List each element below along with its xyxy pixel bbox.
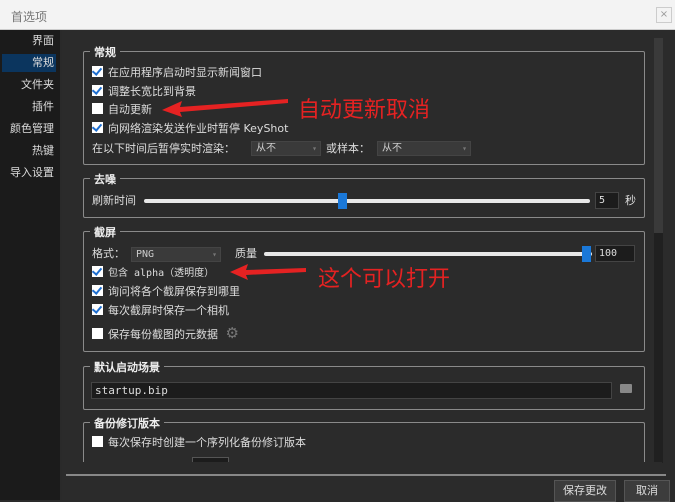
- scroll-clip: [62, 462, 662, 473]
- option-label: 在应用程序启动时显示新闻窗口: [108, 66, 262, 79]
- annotation-arrow: [162, 99, 288, 117]
- quality-input[interactable]: 100: [595, 245, 635, 262]
- samples-select[interactable]: 从不: [377, 141, 471, 156]
- group-title: 常规: [90, 44, 120, 60]
- footer-divider: [66, 474, 666, 476]
- slider-handle[interactable]: [338, 193, 347, 209]
- sidebar-item-interface[interactable]: 界面: [2, 32, 56, 50]
- refresh-slider[interactable]: [144, 193, 590, 209]
- window-title: 首选项: [11, 10, 48, 24]
- option-pause-keyshot[interactable]: 向网络渲染发送作业时暂停 KeyShot: [92, 121, 288, 137]
- option-save-metadata[interactable]: 保存每份截图的元数据 ⚙: [92, 325, 239, 341]
- checkbox[interactable]: [92, 328, 103, 339]
- group-denoise: 去噪 刷新时间 5 秒: [83, 171, 645, 218]
- quality-label: 质量: [235, 247, 257, 260]
- annotation-auto-update: 自动更新取消: [298, 98, 431, 123]
- checkbox[interactable]: [92, 122, 103, 133]
- option-show-news[interactable]: 在应用程序启动时显示新闻窗口: [92, 65, 262, 81]
- checkbox[interactable]: [92, 304, 103, 315]
- format-select[interactable]: PNG: [131, 247, 221, 262]
- sidebar-item-import-settings[interactable]: 导入设置: [2, 164, 56, 182]
- option-ask-location[interactable]: 询问将各个截屏保存到哪里: [92, 284, 240, 300]
- folder-icon[interactable]: [620, 384, 632, 393]
- option-label: 向网络渲染发送作业时暂停 KeyShot: [108, 122, 289, 135]
- title-bar: 首选项 ×: [0, 0, 675, 30]
- checkbox[interactable]: [92, 266, 103, 277]
- option-label: 询问将各个截屏保存到哪里: [108, 285, 240, 298]
- samples-label: 或样本：: [326, 142, 370, 155]
- slider-handle[interactable]: [582, 246, 591, 262]
- pause-time-select[interactable]: 从不: [251, 141, 321, 156]
- unit-label: 秒: [625, 194, 636, 207]
- option-label: 包含 alpha（透明度）: [108, 268, 215, 279]
- checkbox[interactable]: [92, 285, 103, 296]
- option-auto-update[interactable]: 自动更新: [92, 102, 152, 118]
- option-label: 每次保存时创建一个序列化备份修订版本: [108, 436, 306, 449]
- sidebar-item-folders[interactable]: 文件夹: [2, 76, 56, 94]
- checkbox[interactable]: [92, 66, 103, 77]
- refresh-label: 刷新时间: [92, 194, 136, 207]
- gear-icon[interactable]: ⚙: [226, 324, 239, 342]
- checkbox[interactable]: [92, 85, 103, 96]
- option-save-camera[interactable]: 每次截屏时保存一个相机: [92, 303, 229, 319]
- sidebar-item-general[interactable]: 常规: [2, 54, 56, 72]
- cancel-button[interactable]: 取消: [624, 480, 670, 502]
- option-label: 保存每份截图的元数据: [108, 328, 218, 341]
- sidebar: 界面 常规 文件夹 插件 颜色管理 热键 导入设置: [0, 30, 60, 500]
- format-label: 格式：: [92, 247, 125, 260]
- sidebar-item-color-management[interactable]: 颜色管理: [2, 120, 56, 138]
- annotation-arrow: [230, 264, 306, 280]
- scrollbar-thumb[interactable]: [654, 38, 663, 233]
- option-label: 每次截屏时保存一个相机: [108, 304, 229, 317]
- quality-slider[interactable]: [264, 246, 592, 262]
- startup-scene-input[interactable]: startup.bip: [91, 382, 612, 399]
- checkbox[interactable]: [92, 436, 103, 447]
- group-title: 默认启动场景: [90, 359, 164, 375]
- group-title: 截屏: [90, 224, 120, 240]
- option-backup[interactable]: 每次保存时创建一个序列化备份修订版本: [92, 435, 306, 451]
- option-label: 自动更新: [108, 103, 152, 116]
- group-title: 去噪: [90, 171, 120, 187]
- checkbox[interactable]: [92, 103, 103, 114]
- group-startup-scene: 默认启动场景 startup.bip: [83, 359, 645, 410]
- close-button[interactable]: ×: [656, 7, 672, 23]
- annotation-alpha: 这个可以打开: [318, 267, 451, 292]
- sidebar-item-plugins[interactable]: 插件: [2, 98, 56, 116]
- refresh-input[interactable]: 5: [595, 192, 619, 209]
- pause-label: 在以下时间后暂停实时渲染：: [92, 142, 235, 155]
- pause-row: 在以下时间后暂停实时渲染： 从不 或样本： 从不: [92, 141, 642, 157]
- scrollbar[interactable]: [654, 38, 663, 463]
- group-title: 备份修订版本: [90, 415, 164, 431]
- save-button[interactable]: 保存更改: [554, 480, 616, 502]
- option-alpha[interactable]: 包含 alpha（透明度）: [92, 265, 214, 281]
- sidebar-item-hotkeys[interactable]: 热键: [2, 142, 56, 160]
